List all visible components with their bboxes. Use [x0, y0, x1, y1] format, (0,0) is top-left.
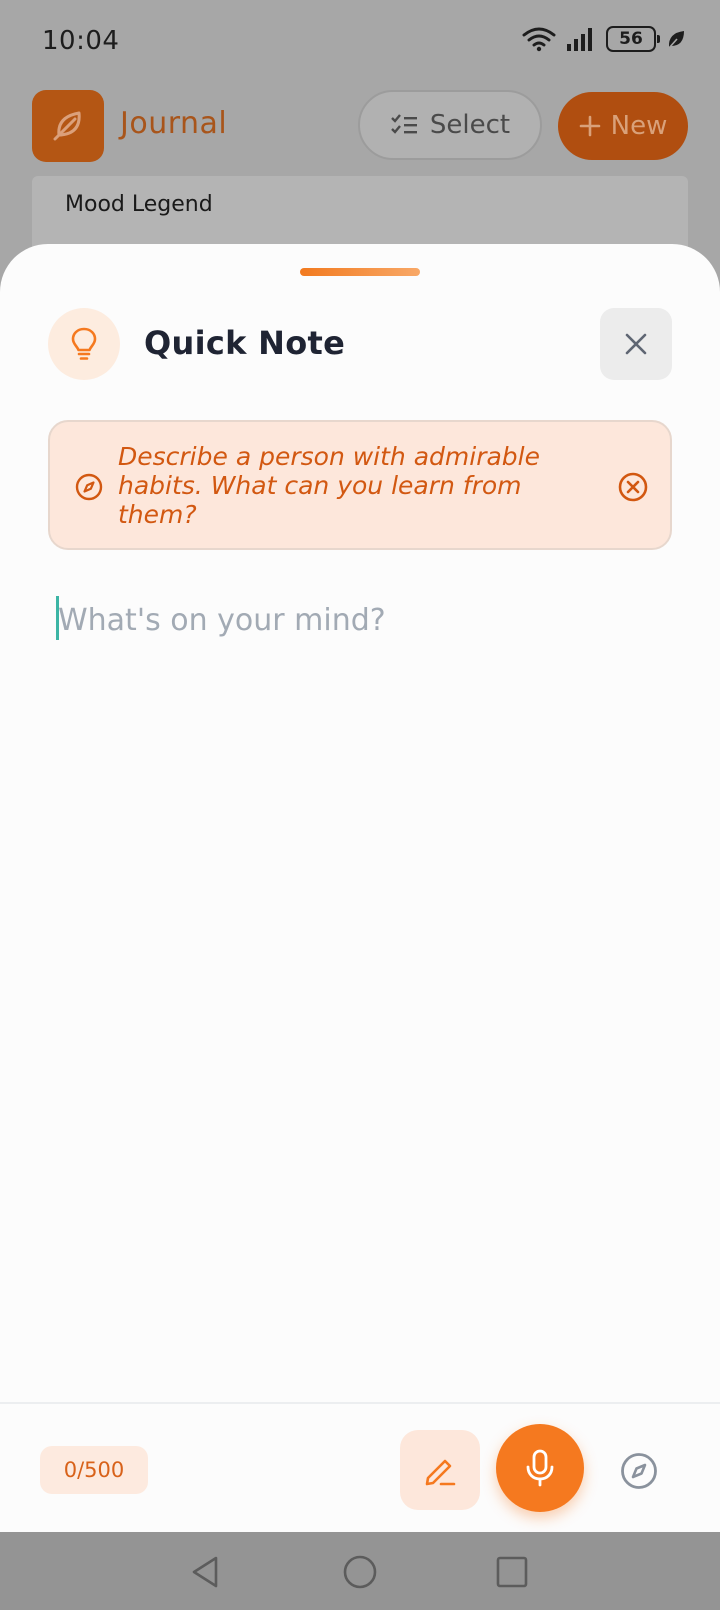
quick-note-sheet: Quick Note Describe a person with admira…	[0, 244, 720, 1532]
circle-home-icon[interactable]	[342, 1554, 378, 1590]
writing-prompt-card[interactable]: Describe a person with admirable habits.…	[48, 420, 672, 550]
checklist-icon	[391, 114, 417, 134]
select-label: Select	[429, 110, 511, 140]
app-logo	[32, 90, 104, 162]
note-input[interactable]	[56, 592, 666, 648]
status-icons: 56	[522, 26, 686, 52]
battery-indicator: 56	[606, 26, 660, 52]
wifi-icon	[522, 27, 556, 52]
leaf-icon	[668, 31, 684, 49]
compass-icon	[621, 1453, 657, 1489]
close-icon	[625, 333, 647, 355]
lightbulb-icon	[71, 327, 97, 360]
select-button[interactable]: Select	[358, 90, 542, 160]
writing-prompt-text: Describe a person with admirable habits.…	[118, 442, 540, 529]
feather-icon	[53, 111, 81, 141]
system-nav-bar	[0, 1532, 720, 1610]
character-counter: 0/500	[40, 1446, 148, 1494]
drag-handle[interactable]	[300, 268, 420, 276]
note-input-area[interactable]	[56, 592, 666, 652]
app-header: Journal Select New	[0, 88, 720, 162]
square-recents-icon[interactable]	[494, 1554, 530, 1590]
sheet-footer: 0/500	[0, 1402, 720, 1532]
sheet-header-icon	[48, 308, 120, 380]
voice-input-button[interactable]	[496, 1424, 584, 1512]
battery-level: 56	[619, 29, 643, 49]
new-label: New	[610, 111, 668, 141]
microphone-icon	[526, 1449, 554, 1487]
pen-icon	[425, 1459, 456, 1486]
app-title: Journal	[120, 106, 228, 141]
status-bar: 10:04 56	[0, 0, 720, 80]
text-caret	[56, 596, 59, 640]
new-entry-button[interactable]: New	[558, 92, 688, 160]
plus-icon	[579, 115, 600, 137]
compass-icon	[75, 473, 103, 501]
sheet-title: Quick Note	[144, 324, 346, 362]
new-prompt-button[interactable]	[616, 1448, 662, 1494]
close-sheet-button[interactable]	[600, 308, 672, 380]
handwrite-button[interactable]	[400, 1430, 480, 1510]
status-time: 10:04	[42, 26, 120, 56]
mood-legend-title: Mood Legend	[65, 192, 213, 217]
close-circle-icon[interactable]	[616, 470, 650, 504]
triangle-back-icon[interactable]	[188, 1554, 224, 1590]
signal-icon	[567, 28, 592, 51]
